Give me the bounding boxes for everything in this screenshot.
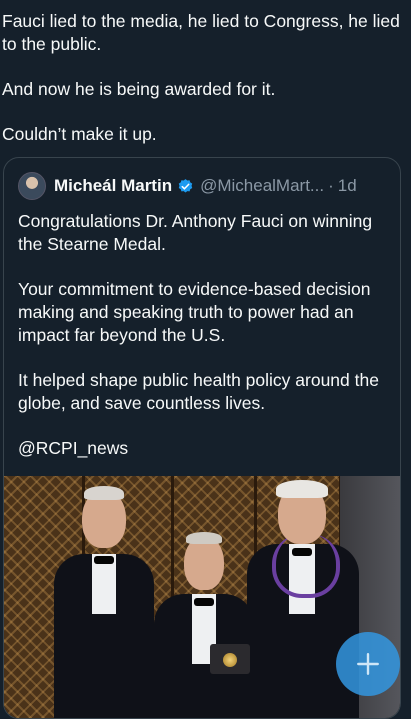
medal xyxy=(223,653,237,667)
separator-dot: · xyxy=(328,176,334,195)
author-name[interactable]: Micheál Martin xyxy=(54,176,172,196)
quoted-tweet-header: Micheál Martin @MichealMart... · 1d xyxy=(18,172,390,200)
author-handle[interactable]: @MichealMart... xyxy=(200,176,324,196)
plus-icon xyxy=(357,653,379,675)
compose-button[interactable] xyxy=(336,632,400,696)
tweet-line: Fauci lied to the media, he lied to Cong… xyxy=(2,11,400,54)
verified-badge-icon xyxy=(178,178,193,193)
quote-paragraph: It helped shape public health policy aro… xyxy=(18,370,379,413)
mention-link[interactable]: @RCPI_news xyxy=(18,437,390,460)
tweet-line: And now he is being awarded for it. xyxy=(2,79,276,99)
quote-paragraph: Your commitment to evidence-based decisi… xyxy=(18,279,371,345)
quote-paragraph: Congratulations Dr. Anthony Fauci on win… xyxy=(18,211,373,254)
tweet-line: Couldn’t make it up. xyxy=(2,124,157,144)
avatar[interactable] xyxy=(18,172,46,200)
quoted-tweet-card[interactable]: Micheál Martin @MichealMart... · 1d Cong… xyxy=(3,157,401,719)
tweet-text: Fauci lied to the media, he lied to Cong… xyxy=(2,10,407,168)
timestamp[interactable]: 1d xyxy=(338,176,357,196)
quoted-tweet-text: Congratulations Dr. Anthony Fauci on win… xyxy=(18,210,390,482)
